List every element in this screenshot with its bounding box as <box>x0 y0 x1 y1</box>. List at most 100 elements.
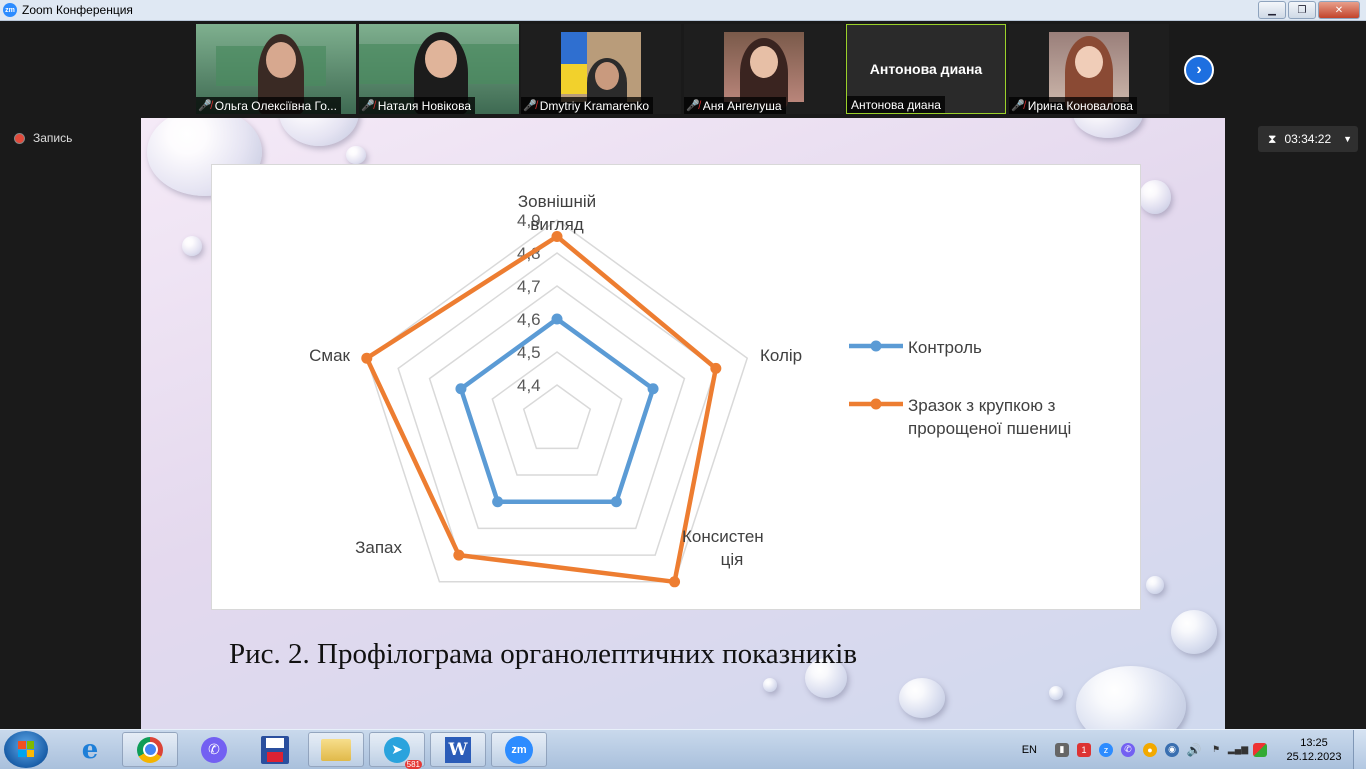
bubble-decoration <box>1049 686 1063 700</box>
participant-name: Наталя Новікова <box>377 98 472 113</box>
muted-mic-icon: 🎤̸ <box>198 100 212 112</box>
bubble-decoration <box>1073 118 1143 138</box>
radar-grid-ring <box>491 351 623 476</box>
radar-axis-label: вигляд <box>530 215 583 234</box>
telegram-badge: 581 <box>404 759 422 769</box>
radar-scale-label: 4,6 <box>517 310 541 329</box>
radar-axis-label: Зовнішній <box>518 192 596 211</box>
bubble-decoration <box>1076 666 1186 729</box>
flag-icon[interactable]: ⚑ <box>1209 743 1223 757</box>
zoom-tray-icon[interactable]: z <box>1099 742 1113 757</box>
volume-icon[interactable]: 🔊 <box>1187 743 1202 757</box>
legend-swatch-marker <box>870 398 882 410</box>
maximize-button[interactable]: ❐ <box>1288 1 1316 19</box>
word-icon[interactable]: W <box>430 732 486 767</box>
update-tray-icon[interactable]: ● <box>1143 742 1157 757</box>
radar-data-point <box>710 362 722 374</box>
meeting-timer[interactable]: ⧗ 03:34:22 ▼ <box>1258 126 1358 152</box>
usb-icon[interactable]: ▮ <box>1055 742 1069 757</box>
viber-tray-icon[interactable]: ✆ <box>1121 742 1135 757</box>
telegram-icon[interactable]: ➤ 581 <box>369 732 425 769</box>
muted-mic-icon: 🎤̸ <box>361 100 375 112</box>
radar-data-point <box>647 383 659 395</box>
language-indicator[interactable]: EN <box>1022 744 1037 756</box>
bubble-decoration <box>1139 180 1171 214</box>
dropdown-caret-icon[interactable]: ▼ <box>1343 134 1352 144</box>
legend-label: Зразок з крупкою з <box>908 396 1056 415</box>
next-page-chevron-icon[interactable]: › <box>1184 55 1214 85</box>
bubble-decoration <box>899 678 945 718</box>
close-button[interactable]: ✕ <box>1318 1 1360 19</box>
bubble-decoration <box>182 236 202 256</box>
radar-axis-label: Смак <box>309 346 350 365</box>
internet-explorer-icon[interactable]: e <box>62 732 118 767</box>
participant-video-off-name: Антонова диана <box>869 61 983 77</box>
signal-icon[interactable]: ▂▄▆ <box>1228 743 1248 757</box>
zoom-taskbar-icon[interactable]: zm <box>491 732 547 767</box>
participant-name: Аня Ангелуша <box>702 98 782 113</box>
radar-data-point <box>361 352 373 364</box>
radar-grid-ring <box>397 252 717 556</box>
record-icon <box>14 132 25 144</box>
clock-time: 13:25 <box>1300 736 1328 749</box>
zoom-app-icon: zm <box>3 3 17 17</box>
legend-label: пророщеної пшениці <box>908 419 1071 438</box>
participant-name: Ольга Олексіївна Го... <box>214 98 337 113</box>
legend-swatch-marker <box>870 340 882 352</box>
legend-label: Контроль <box>908 338 982 357</box>
radar-data-point <box>551 313 563 325</box>
system-tray: EN ▮ 1 z ✆ ● ◉ 🔊 ⚑ ▂▄▆ 13:25 25.12.2023 <box>1022 730 1366 769</box>
notification-icon[interactable]: 1 <box>1077 742 1091 757</box>
participant-tile-active-speaker[interactable]: Антонова диана Антонова диана <box>846 24 1006 114</box>
file-explorer-icon[interactable] <box>308 732 364 767</box>
chart-container: 4,4 4,5 4,6 4,7 4,8 4,9 Зовнішній вигляд Колір Ко… <box>211 164 1141 610</box>
clock[interactable]: 13:25 25.12.2023 <box>1279 736 1349 764</box>
window-titlebar: zm Zoom Конференция ▁ ❐ ✕ <box>0 0 1366 21</box>
radar-scale-label: 4,7 <box>517 277 541 296</box>
windows-taskbar: e ✆ ➤ 581 W zm EN ▮ 1 z ✆ ● ◉ 🔊 ⚑ ▂▄▆ 13… <box>0 729 1366 769</box>
radar-axis-label: ція <box>721 550 744 569</box>
hourglass-icon: ⧗ <box>1268 131 1277 146</box>
shared-screen-slide: 4,4 4,5 4,6 4,7 4,8 4,9 Зовнішній вигляд Колір Ко… <box>141 118 1225 729</box>
radar-chart: 4,44,54,64,74,84,9ЗовнішнійвиглядКолірКо… <box>309 192 1071 588</box>
recording-label: Запись <box>33 131 73 145</box>
timer-value: 03:34:22 <box>1284 132 1332 146</box>
participant-tile[interactable]: 🎤̸ Наталя Новікова <box>359 24 519 114</box>
muted-mic-icon: 🎤̸ <box>523 100 537 112</box>
radar-data-point <box>610 496 622 508</box>
muted-mic-icon: 🎤̸ <box>1011 100 1025 112</box>
minimize-button[interactable]: ▁ <box>1258 1 1286 19</box>
app-tray-icon[interactable] <box>1253 742 1267 757</box>
viber-icon[interactable]: ✆ <box>186 732 242 767</box>
radar-data-point <box>455 383 467 395</box>
radar-axis-label: Запах <box>355 538 402 557</box>
clock-date: 25.12.2023 <box>1286 750 1342 763</box>
zoom-taskbar-label: zm <box>505 735 533 764</box>
radar-data-point <box>669 576 681 588</box>
participant-tile[interactable]: 🎤̸ Аня Ангелуша <box>684 24 844 114</box>
participant-tile[interactable]: 🎤̸ Ирина Коновалова <box>1009 24 1169 114</box>
chrome-icon[interactable] <box>122 732 178 767</box>
radar-data-point <box>492 496 504 508</box>
radar-data-point <box>453 549 465 561</box>
window-title: Zoom Конференция <box>22 3 133 17</box>
radar-axis-label: Консистен <box>682 527 764 546</box>
participant-strip: 🎤̸ Ольга Олексіївна Го... 🎤̸ Наталя Новіко… <box>0 21 1366 118</box>
muted-mic-icon: 🎤̸ <box>686 100 700 112</box>
participant-tile[interactable]: 🎤̸ Dmytriy Kramarenko <box>521 24 681 114</box>
participant-name: Антонова диана <box>851 97 941 112</box>
participant-tile[interactable]: 🎤̸ Ольга Олексіївна Го... <box>196 24 356 114</box>
network-tray-icon[interactable]: ◉ <box>1165 742 1179 757</box>
radar-scale-label: 4,4 <box>517 376 541 395</box>
bubble-decoration <box>279 118 359 146</box>
show-desktop-button[interactable] <box>1353 730 1366 769</box>
radar-axis-label: Колір <box>760 346 802 365</box>
start-button[interactable] <box>4 731 48 768</box>
save-disk-icon[interactable] <box>247 732 303 767</box>
participant-name: Ирина Коновалова <box>1027 98 1133 113</box>
caption-text: Рис. 2. Профілограма органолептичних пок… <box>228 638 858 670</box>
bubble-decoration <box>1146 576 1164 594</box>
participant-name: Dmytriy Kramarenko <box>539 98 650 113</box>
slide-caption: Рис. 2. Профілограма органолептичних пок… <box>141 638 1225 671</box>
recording-indicator[interactable]: Запись <box>14 131 72 145</box>
